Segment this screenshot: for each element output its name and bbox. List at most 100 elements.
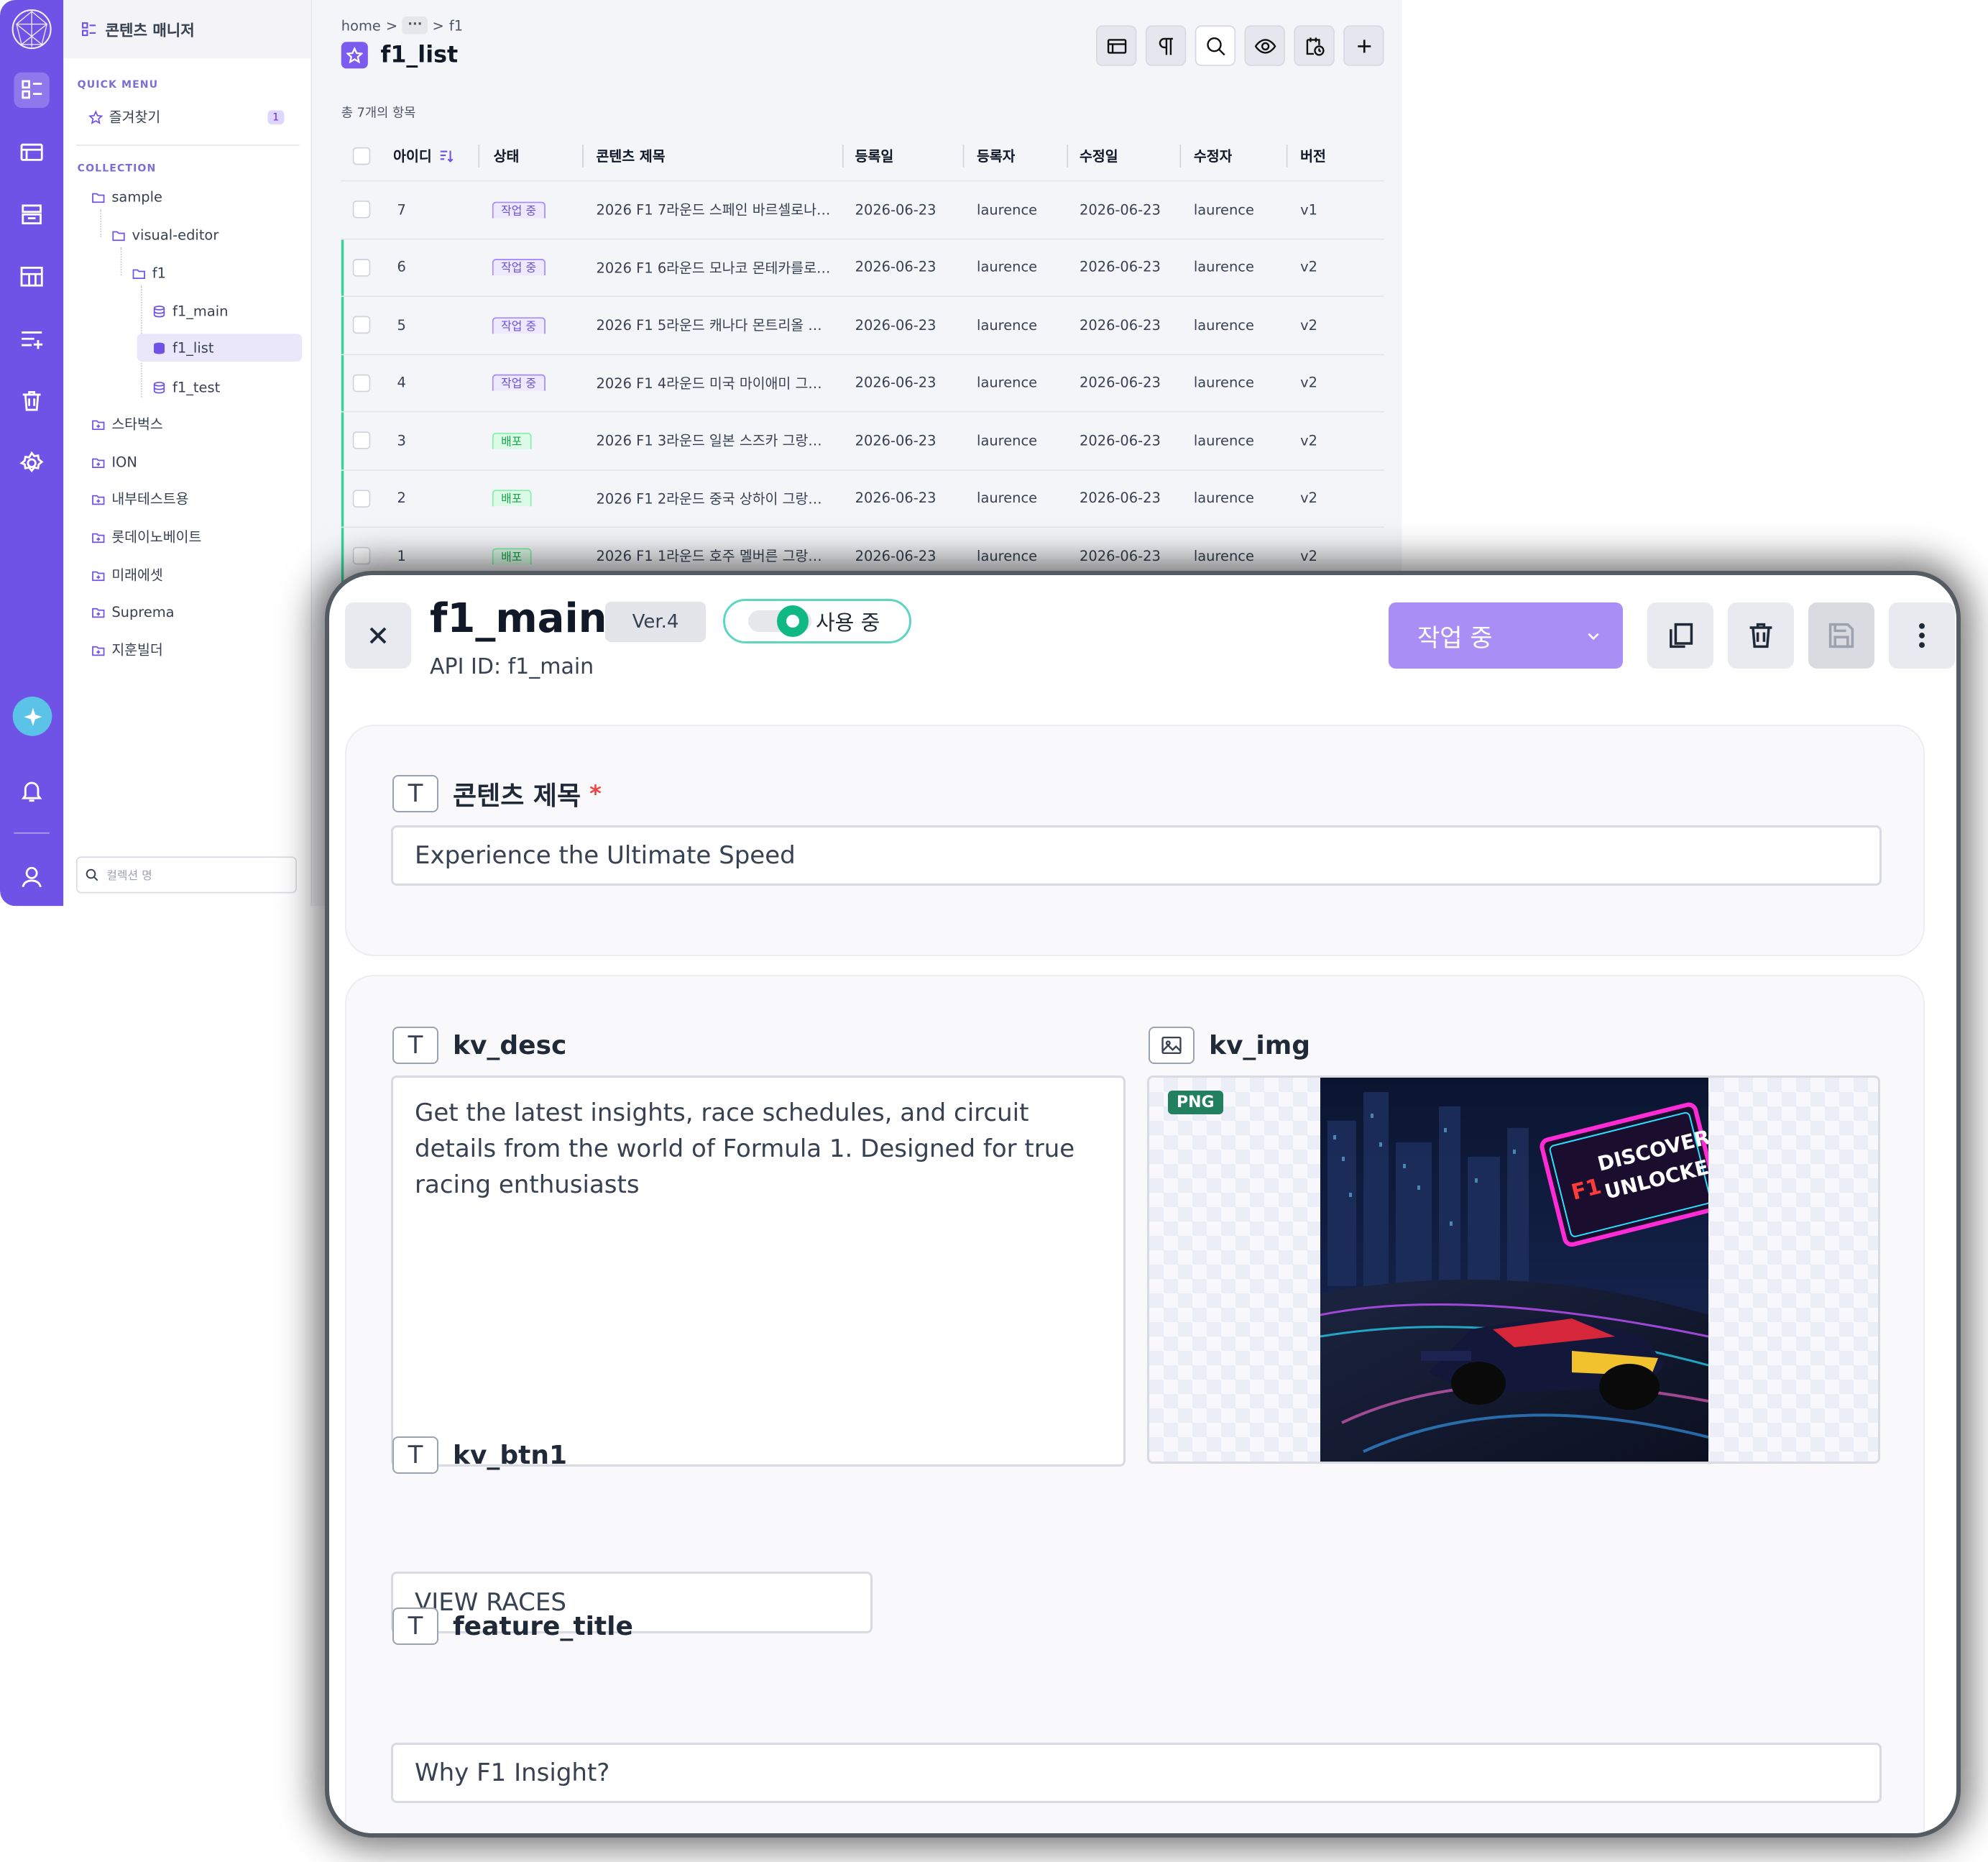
row-title[interactable]: 2026 F1 1라운드 호주 멜버른 그랑…	[597, 546, 822, 566]
row-title[interactable]: 2026 F1 2라운드 중국 상하이 그랑…	[597, 488, 822, 508]
breadcrumb-home[interactable]: home	[341, 17, 381, 34]
row-created: 2026-06-23	[855, 316, 937, 334]
row-version: v2	[1300, 316, 1317, 334]
table-row[interactable]: 배포 2 2026 F1 2라운드 중국 상하이 그랑… 2026-06-23 laur…	[341, 469, 1384, 528]
sort-icon[interactable]	[439, 148, 454, 163]
select-all-checkbox[interactable]	[352, 146, 371, 165]
row-checkbox[interactable]	[352, 316, 371, 334]
row-checkbox[interactable]	[352, 547, 371, 565]
tree-folder-ion[interactable]: ION	[63, 448, 312, 476]
row-modified: 2026-06-23	[1080, 548, 1161, 564]
tree-folder-mirae-asset[interactable]: 미래에셋	[63, 561, 312, 589]
tree-collection-f1-test[interactable]: f1_test	[63, 373, 312, 401]
header-created[interactable]: 등록일	[855, 145, 894, 165]
favorite-star-icon[interactable]	[341, 42, 368, 69]
tree-collection-f1-list[interactable]: f1_list	[137, 334, 303, 362]
search-button[interactable]	[1195, 25, 1236, 66]
row-modifier: laurence	[1193, 375, 1254, 392]
kv-desc-textarea[interactable]: Get the latest insights, race schedules,…	[391, 1076, 1126, 1467]
tree-folder-jihoon-builder[interactable]: 지훈빌더	[63, 636, 312, 664]
row-status: 작업 중	[492, 316, 546, 334]
tree-folder-internal-test[interactable]: 내부테스트용	[63, 485, 312, 513]
layout-view-button[interactable]	[1095, 25, 1137, 66]
tree-folder-visual-editor[interactable]: visual-editor	[63, 221, 312, 249]
database-icon	[153, 381, 165, 393]
table-row[interactable]: 작업 중 4 2026 F1 4라운드 미국 마이애미 그… 2026-06-23 la…	[341, 354, 1384, 413]
collection-heading: COLLECTION	[77, 162, 157, 174]
row-title[interactable]: 2026 F1 7라운드 스페인 바르셀로나…	[597, 200, 831, 220]
header-id[interactable]: 아이디	[393, 145, 454, 165]
sidebar-item-favorites[interactable]: 즐겨찾기 1	[63, 103, 312, 131]
row-modifier: laurence	[1193, 490, 1254, 507]
duplicate-button[interactable]	[1647, 602, 1713, 669]
kv-img-preview[interactable]: PNG F1 DISCOVER UNLOCKED	[1147, 1076, 1880, 1464]
eye-icon	[1253, 38, 1276, 53]
row-checkbox[interactable]	[352, 258, 371, 277]
content-title-input[interactable]: Experience the Ultimate Speed	[391, 825, 1882, 886]
row-checkbox[interactable]	[352, 201, 371, 219]
version-chip[interactable]: Ver.4	[605, 602, 706, 642]
text-format-button[interactable]	[1145, 25, 1187, 66]
paragraph-icon	[1158, 37, 1173, 55]
list-add-nav-icon[interactable]	[14, 321, 49, 357]
layout-nav-icon[interactable]	[14, 134, 49, 170]
status-select[interactable]: 작업 중	[1389, 602, 1623, 669]
archive-nav-icon[interactable]	[14, 197, 49, 232]
text-type-icon: T	[392, 1027, 438, 1064]
header-modifier[interactable]: 수정자	[1194, 145, 1233, 165]
app-logo-icon[interactable]	[9, 6, 55, 52]
header-label: 아이디	[393, 147, 432, 165]
table-row[interactable]: 작업 중 7 2026 F1 7라운드 스페인 바르셀로나… 2026-06-23 la…	[341, 181, 1384, 239]
toggle-switch[interactable]	[748, 605, 811, 637]
table-row[interactable]: 작업 중 5 2026 F1 5라운드 캐나다 몬트리올 … 2026-06-23 la…	[341, 297, 1384, 355]
breadcrumb-current[interactable]: f1	[449, 17, 463, 34]
header-status[interactable]: 상태	[494, 145, 520, 165]
more-options-button[interactable]	[1889, 602, 1955, 669]
row-creator: laurence	[977, 201, 1038, 219]
content-manager-nav-icon[interactable]	[14, 72, 50, 109]
save-button[interactable]	[1808, 602, 1874, 669]
content-editor-modal: f1_main Ver.4 사용 중 API ID: f1_main 작업 중 …	[329, 575, 1956, 1833]
user-profile-icon[interactable]	[14, 859, 49, 894]
ai-assistant-icon[interactable]	[12, 696, 52, 736]
row-checkbox[interactable]	[352, 374, 371, 392]
breadcrumb-more[interactable]: ···	[402, 16, 428, 35]
tree-folder-f1[interactable]: f1	[63, 259, 312, 287]
settings-nav-icon[interactable]	[14, 446, 49, 481]
row-checkbox[interactable]	[352, 431, 371, 450]
tree-folder-lotte-innovate[interactable]: 롯데이노베이트	[63, 523, 312, 551]
row-title[interactable]: 2026 F1 6라운드 모나코 몬테카를로…	[597, 257, 831, 278]
delete-button[interactable]	[1728, 602, 1794, 669]
tree-collection-f1-main[interactable]: f1_main	[63, 297, 312, 325]
feature-title-input[interactable]: Why F1 Insight?	[391, 1743, 1882, 1803]
row-title[interactable]: 2026 F1 3라운드 일본 스즈카 그랑…	[597, 431, 822, 451]
schedule-button[interactable]	[1294, 25, 1335, 66]
tree-folder-starbucks[interactable]: 스타벅스	[63, 410, 312, 438]
table-nav-icon[interactable]	[14, 259, 49, 294]
header-creator[interactable]: 등록자	[977, 145, 1016, 165]
row-title[interactable]: 2026 F1 5라운드 캐나다 몬트리올 …	[597, 315, 822, 335]
breadcrumb: home > ··· > f1	[341, 16, 463, 35]
table-row[interactable]: 작업 중 6 2026 F1 6라운드 모나코 몬테카를로… 2026-06-23 la…	[341, 239, 1384, 298]
bell-icon[interactable]	[14, 773, 49, 808]
row-status: 작업 중	[492, 259, 546, 276]
more-vertical-icon	[1919, 623, 1925, 648]
row-checkbox[interactable]	[352, 489, 371, 508]
tree-folder-suprema[interactable]: Suprema	[63, 597, 312, 625]
header-title[interactable]: 콘텐츠 제목	[597, 145, 666, 165]
preview-button[interactable]	[1244, 25, 1285, 66]
row-title[interactable]: 2026 F1 4라운드 미국 마이애미 그…	[597, 372, 822, 393]
image-type-icon	[1149, 1027, 1195, 1064]
header-version[interactable]: 버전	[1300, 145, 1326, 165]
in-use-toggle[interactable]: 사용 중	[723, 599, 911, 643]
close-button[interactable]	[345, 602, 411, 669]
tree-folder-sample[interactable]: sample	[63, 183, 312, 211]
copy-icon	[1670, 623, 1693, 648]
trash-nav-icon[interactable]	[14, 383, 49, 418]
row-version: v1	[1300, 201, 1317, 219]
header-modified[interactable]: 수정일	[1080, 145, 1118, 165]
collection-search-input[interactable]: 컬렉션 명	[75, 856, 298, 894]
add-content-button[interactable]	[1343, 25, 1384, 66]
row-id: 5	[397, 316, 406, 334]
table-row[interactable]: 배포 3 2026 F1 3라운드 일본 스즈카 그랑… 2026-06-23 laur…	[341, 412, 1384, 470]
